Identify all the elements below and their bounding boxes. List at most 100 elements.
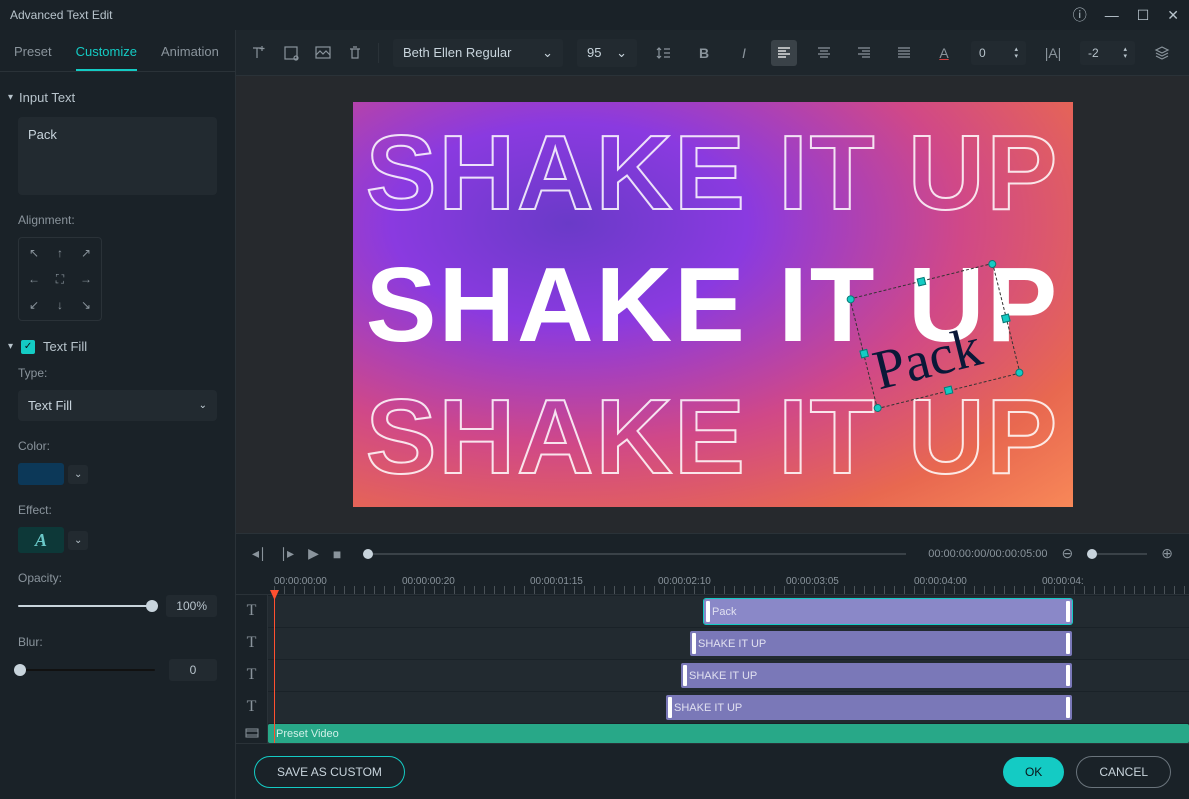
blur-value[interactable]: 0	[169, 659, 217, 681]
text-color-button[interactable]: A	[931, 40, 957, 66]
blur-slider[interactable]	[18, 669, 155, 671]
playbar-scrubber[interactable]	[363, 553, 906, 555]
sidebar: Preset Customize Animation ▾ Input Text …	[0, 30, 236, 799]
timeline-clip[interactable]: SHAKE IT UP	[681, 663, 1072, 688]
window-title: Advanced Text Edit	[10, 8, 113, 22]
titlebar: Advanced Text Edit ⓘ — ☐ ✕	[0, 0, 1189, 30]
track-type-icon[interactable]: T	[236, 691, 268, 723]
timeline-clip[interactable]: SHAKE IT UP	[666, 695, 1072, 720]
toolbar: Beth Ellen Regular ⌄ 95 ⌄ B I A 0 ▴▾ |A|…	[236, 30, 1189, 76]
track-row: T SHAKE IT UP	[236, 691, 1189, 723]
fontsize-select[interactable]: 95 ⌄	[577, 39, 637, 67]
align-bottom-left[interactable]: ↙	[23, 294, 45, 316]
maximize-icon[interactable]: ☐	[1137, 7, 1150, 24]
alignment-label: Alignment:	[18, 213, 217, 227]
align-bottom[interactable]: ↓	[49, 294, 71, 316]
text-fill-header[interactable]: ▾ ✓ Text Fill	[8, 339, 217, 354]
color-dropdown[interactable]: ⌄	[68, 465, 88, 484]
chevron-down-icon: ⌄	[616, 45, 627, 61]
playhead[interactable]	[274, 595, 275, 743]
timecode: 00:00:00:00/00:00:05:00	[928, 548, 1047, 560]
opacity-slider[interactable]	[18, 605, 152, 607]
track-type-icon[interactable]: T	[236, 595, 268, 627]
timeline-clip[interactable]: Pack	[704, 599, 1072, 624]
preview-canvas[interactable]: SHAKE IT UP SHAKE IT UP SHAKE IT UP Pack	[353, 102, 1073, 507]
track-type-icon[interactable]: T	[236, 627, 268, 659]
text-fill-checkbox[interactable]: ✓	[21, 340, 35, 354]
track-row: T SHAKE IT UP	[236, 627, 1189, 659]
font-select[interactable]: Beth Ellen Regular ⌄	[393, 39, 563, 67]
align-left-button[interactable]	[771, 40, 797, 66]
track-content[interactable]: SHAKE IT UP	[268, 659, 1189, 691]
delete-icon[interactable]	[346, 44, 364, 62]
align-left[interactable]: ←	[23, 268, 45, 290]
timeline-clip[interactable]: SHAKE IT UP	[690, 631, 1072, 656]
add-text-icon[interactable]	[250, 44, 268, 62]
zoom-in-button[interactable]: ⊕	[1161, 545, 1173, 562]
italic-button[interactable]: I	[731, 40, 757, 66]
align-right[interactable]: →	[75, 268, 97, 290]
ok-button[interactable]: OK	[1003, 757, 1064, 787]
zoom-out-button[interactable]: ⊖	[1062, 545, 1074, 562]
line-height-icon[interactable]	[651, 40, 677, 66]
preview-line3[interactable]: SHAKE IT UP	[353, 384, 1073, 490]
close-icon[interactable]: ✕	[1167, 7, 1179, 24]
track-row: T SHAKE IT UP	[236, 659, 1189, 691]
playbar: ◂∣ ∣▸ ▶ ■ 00:00:00:00/00:00:05:00 ⊖ ⊕	[236, 533, 1189, 573]
caret-down-icon: ▾	[8, 341, 13, 352]
preview-line1[interactable]: SHAKE IT UP	[353, 120, 1073, 226]
align-top-left[interactable]: ↖	[23, 242, 45, 264]
minimize-icon[interactable]: —	[1105, 7, 1119, 23]
prev-frame-button[interactable]: ◂∣	[252, 545, 266, 562]
bold-button[interactable]: B	[691, 40, 717, 66]
preset-clip[interactable]: Preset Video	[268, 724, 1189, 743]
effect-swatch[interactable]: A	[18, 527, 64, 553]
next-frame-button[interactable]: ∣▸	[280, 545, 294, 562]
chevron-down-icon: ⌄	[542, 45, 553, 61]
char-spacing-input[interactable]: 0 ▴▾	[971, 41, 1026, 65]
track-type-icon[interactable]: T	[236, 659, 268, 691]
align-center-button[interactable]	[811, 40, 837, 66]
track-content[interactable]: SHAKE IT UP	[268, 627, 1189, 659]
track-content[interactable]: Pack	[268, 595, 1189, 627]
tab-animation[interactable]: Animation	[161, 38, 219, 71]
kerning-input[interactable]: -2 ▴▾	[1080, 41, 1135, 65]
preset-track-icon[interactable]	[236, 723, 268, 743]
align-justify-button[interactable]	[891, 40, 917, 66]
effect-label: Effect:	[18, 503, 217, 517]
kerning-icon[interactable]: |A|	[1040, 40, 1066, 66]
align-top-right[interactable]: ↗	[75, 242, 97, 264]
preview-area: SHAKE IT UP SHAKE IT UP SHAKE IT UP Pack	[236, 76, 1189, 533]
image-icon[interactable]	[314, 44, 332, 62]
align-center[interactable]: ⛶	[49, 268, 71, 290]
play-button[interactable]: ▶	[308, 545, 319, 562]
effect-dropdown[interactable]: ⌄	[68, 531, 88, 550]
footer: SAVE AS CUSTOM OK CANCEL	[236, 743, 1189, 799]
cancel-button[interactable]: CANCEL	[1076, 756, 1171, 788]
caret-down-icon: ▾	[8, 92, 13, 103]
align-bottom-right[interactable]: ↘	[75, 294, 97, 316]
track-content[interactable]: SHAKE IT UP	[268, 691, 1189, 723]
save-as-custom-button[interactable]: SAVE AS CUSTOM	[254, 756, 405, 788]
chevron-down-icon: ⌄	[199, 400, 207, 411]
align-right-button[interactable]	[851, 40, 877, 66]
timeline-ruler[interactable]: 00:00:00:0000:00:00:2000:00:01:1500:00:0…	[236, 573, 1189, 595]
align-top[interactable]: ↑	[49, 242, 71, 264]
tab-preset[interactable]: Preset	[14, 38, 52, 71]
crop-icon[interactable]	[282, 44, 300, 62]
type-select[interactable]: Text Fill ⌄	[18, 390, 217, 421]
input-text-field[interactable]: Pack	[18, 117, 217, 195]
blur-label: Blur:	[18, 635, 217, 649]
input-text-header[interactable]: ▾ Input Text	[8, 90, 217, 105]
layers-icon[interactable]	[1149, 40, 1175, 66]
tab-customize[interactable]: Customize	[76, 38, 137, 71]
help-icon[interactable]: ⓘ	[1073, 5, 1087, 25]
color-swatch[interactable]	[18, 463, 64, 485]
timeline: 00:00:00:0000:00:00:2000:00:01:1500:00:0…	[236, 573, 1189, 743]
zoom-slider[interactable]	[1087, 553, 1147, 555]
opacity-value[interactable]: 100%	[166, 595, 217, 617]
type-label: Type:	[18, 366, 217, 380]
color-label: Color:	[18, 439, 217, 453]
stop-button[interactable]: ■	[333, 546, 341, 562]
alignment-grid: ↖ ↑ ↗ ← ⛶ → ↙ ↓ ↘	[18, 237, 102, 321]
